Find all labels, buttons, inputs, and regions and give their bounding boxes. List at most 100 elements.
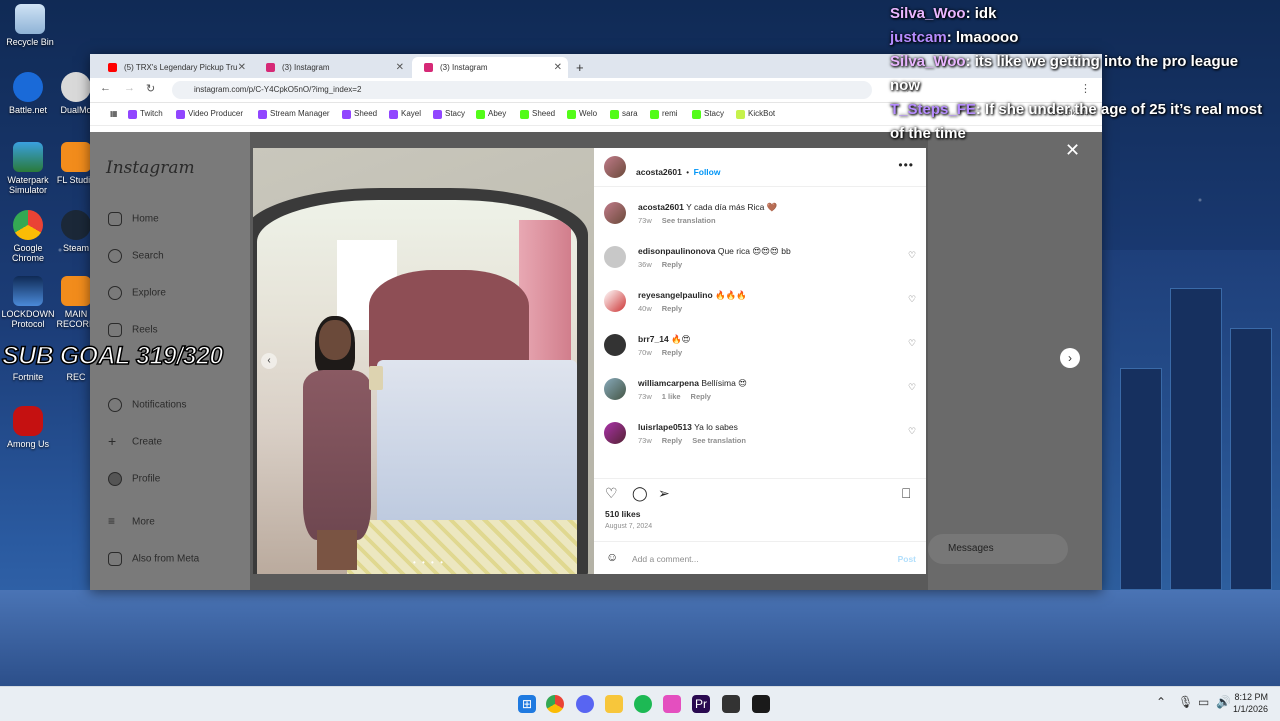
reply-button[interactable]: Reply <box>662 304 682 313</box>
bookmark-stacy[interactable]: Stacy <box>433 103 465 125</box>
desktop-icon-recycle-bin[interactable]: Recycle Bin <box>2 4 58 47</box>
carousel-dots: • • • • <box>413 558 445 567</box>
close-tab-icon[interactable]: ✕ <box>554 57 562 78</box>
save-bookmark-icon[interactable]: ⎕ <box>902 485 910 502</box>
premiere-pro-icon[interactable]: Pr <box>692 695 710 713</box>
reply-button[interactable]: Reply <box>662 436 682 445</box>
follow-button[interactable]: Follow <box>694 167 721 177</box>
microphone-icon[interactable]: 🎙 <box>1178 695 1193 709</box>
forward-icon[interactable]: → <box>124 82 135 94</box>
avatar[interactable] <box>604 202 626 224</box>
home-icon <box>108 212 122 226</box>
post-comment-button[interactable]: Post <box>898 554 916 564</box>
tab-instagram-active[interactable]: (3) Instagram ✕ <box>412 57 568 78</box>
new-tab-button[interactable]: + <box>572 57 592 78</box>
lockdown-icon <box>13 276 43 306</box>
see-translation-link[interactable]: See translation <box>692 436 746 445</box>
spotify-icon[interactable] <box>634 695 652 713</box>
volume-icon[interactable]: 🔊 <box>1216 695 1231 709</box>
like-comment-heart-icon[interactable]: ♡ <box>908 294 916 305</box>
nav-profile[interactable]: Profile <box>108 472 160 486</box>
reply-button[interactable]: Reply <box>691 392 711 401</box>
avatar[interactable] <box>604 422 626 444</box>
comment-icon[interactable]: ◯ <box>632 485 648 502</box>
dualmo-icon <box>61 72 91 102</box>
comment-input[interactable]: Add a comment... <box>632 554 699 564</box>
plus-icon: + <box>108 433 117 449</box>
post-date: August 7, 2024 <box>605 523 653 530</box>
share-icon[interactable]: ➢ <box>658 485 670 502</box>
tab-instagram-1[interactable]: (3) Instagram ✕ <box>254 57 410 78</box>
heart-icon <box>108 398 122 412</box>
network-icon[interactable]: ▭ <box>1198 695 1209 709</box>
bookmark-stacy-kick[interactable]: Stacy <box>692 103 724 125</box>
tab-trx[interactable]: (5) TRX's Legendary Pickup Tru ✕ <box>96 57 252 78</box>
post-username[interactable]: acosta2601 <box>636 167 682 177</box>
emoji-icon[interactable]: ☺ <box>606 550 618 564</box>
bookmark-stream-manager[interactable]: Stream Manager <box>258 103 330 125</box>
app-icon[interactable] <box>722 695 740 713</box>
nav-create[interactable]: + Create <box>108 433 162 449</box>
bookmark-sara[interactable]: sara <box>610 103 638 125</box>
avatar[interactable] <box>604 156 626 178</box>
bookmark-twitch[interactable]: Twitch <box>128 103 163 125</box>
desktop-icon-among-us[interactable]: Among Us <box>0 406 56 449</box>
avatar[interactable] <box>604 334 626 356</box>
nav-reels[interactable]: Reels <box>108 323 158 337</box>
close-tab-icon[interactable]: ✕ <box>238 57 246 78</box>
nav-explore[interactable]: Explore <box>108 286 166 300</box>
like-comment-heart-icon[interactable]: ♡ <box>908 382 916 393</box>
bookmark-video-producer[interactable]: Video Producer <box>176 103 243 125</box>
file-explorer-icon[interactable] <box>605 695 623 713</box>
apps-grid-icon[interactable]: ▦ <box>98 103 118 125</box>
like-heart-icon[interactable]: ♡ <box>605 485 618 502</box>
hamburger-icon: ≡ <box>108 514 116 528</box>
avatar[interactable] <box>604 246 626 268</box>
reply-button[interactable]: Reply <box>662 260 682 269</box>
next-post-chevron-icon[interactable]: › <box>1060 348 1080 368</box>
nav-home[interactable]: Home <box>108 212 159 226</box>
avatar[interactable] <box>604 378 626 400</box>
copilot-icon[interactable] <box>663 695 681 713</box>
like-comment-heart-icon[interactable]: ♡ <box>908 250 916 261</box>
bookmark-sheed[interactable]: Sheed <box>342 103 377 125</box>
bookmark-remi[interactable]: remi <box>650 103 678 125</box>
close-tab-icon[interactable]: ✕ <box>396 57 404 78</box>
post-photo[interactable]: ‹ • • • • <box>253 148 594 574</box>
clock[interactable]: 8:12 PM 1/1/2026 <box>1233 691 1268 715</box>
bookmark-abey[interactable]: Abey <box>476 103 506 125</box>
stream-chat-overlay: Silva_Woo: idk justcam: lmaoooo Silva_Wo… <box>890 2 1270 146</box>
back-icon[interactable]: ← <box>100 82 111 94</box>
more-options-icon[interactable]: ••• <box>898 158 914 172</box>
bookmark-welo[interactable]: Welo <box>567 103 597 125</box>
chevron-up-icon[interactable]: ⌃ <box>1156 695 1166 709</box>
bookmark-kayel[interactable]: Kayel <box>389 103 421 125</box>
meta-grid-icon <box>108 552 122 566</box>
like-comment-heart-icon[interactable]: ♡ <box>908 338 916 349</box>
reload-icon[interactable]: ↻ <box>146 82 155 95</box>
bookmark-sheed-kick[interactable]: Sheed <box>520 103 555 125</box>
windows-start-icon[interactable]: ⊞ <box>518 695 536 713</box>
instagram-icon <box>266 63 275 72</box>
post-header: acosta2601 • Follow ••• <box>594 148 926 187</box>
instagram-page: Instagram Home Search Explore Reels Noti… <box>90 132 1102 590</box>
see-translation-link[interactable]: See translation <box>662 216 716 225</box>
instagram-logo[interactable]: Instagram <box>106 158 195 178</box>
like-comment-heart-icon[interactable]: ♡ <box>908 426 916 437</box>
avatar[interactable] <box>604 290 626 312</box>
nav-more[interactable]: ≡ More <box>108 515 155 529</box>
streaming-app-icon[interactable] <box>752 695 770 713</box>
discord-icon[interactable] <box>576 695 594 713</box>
messages-button[interactable]: Messages <box>928 534 1068 564</box>
url-field[interactable]: instagram.com/p/C-Y4CpkO5nO/?img_index=2 <box>172 81 872 99</box>
bookmark-kickbot[interactable]: KickBot <box>736 103 775 125</box>
nav-also-from-meta[interactable]: Also from Meta <box>108 552 199 566</box>
nav-search[interactable]: Search <box>108 249 164 263</box>
among-us-icon <box>13 406 43 436</box>
likes-count[interactable]: 510 likes <box>605 509 640 519</box>
reply-button[interactable]: Reply <box>662 348 682 357</box>
chrome-taskbar-icon[interactable] <box>546 695 564 713</box>
instagram-icon <box>424 63 433 72</box>
previous-image-chevron-icon[interactable]: ‹ <box>261 353 277 369</box>
nav-notifications[interactable]: Notifications <box>108 398 186 412</box>
